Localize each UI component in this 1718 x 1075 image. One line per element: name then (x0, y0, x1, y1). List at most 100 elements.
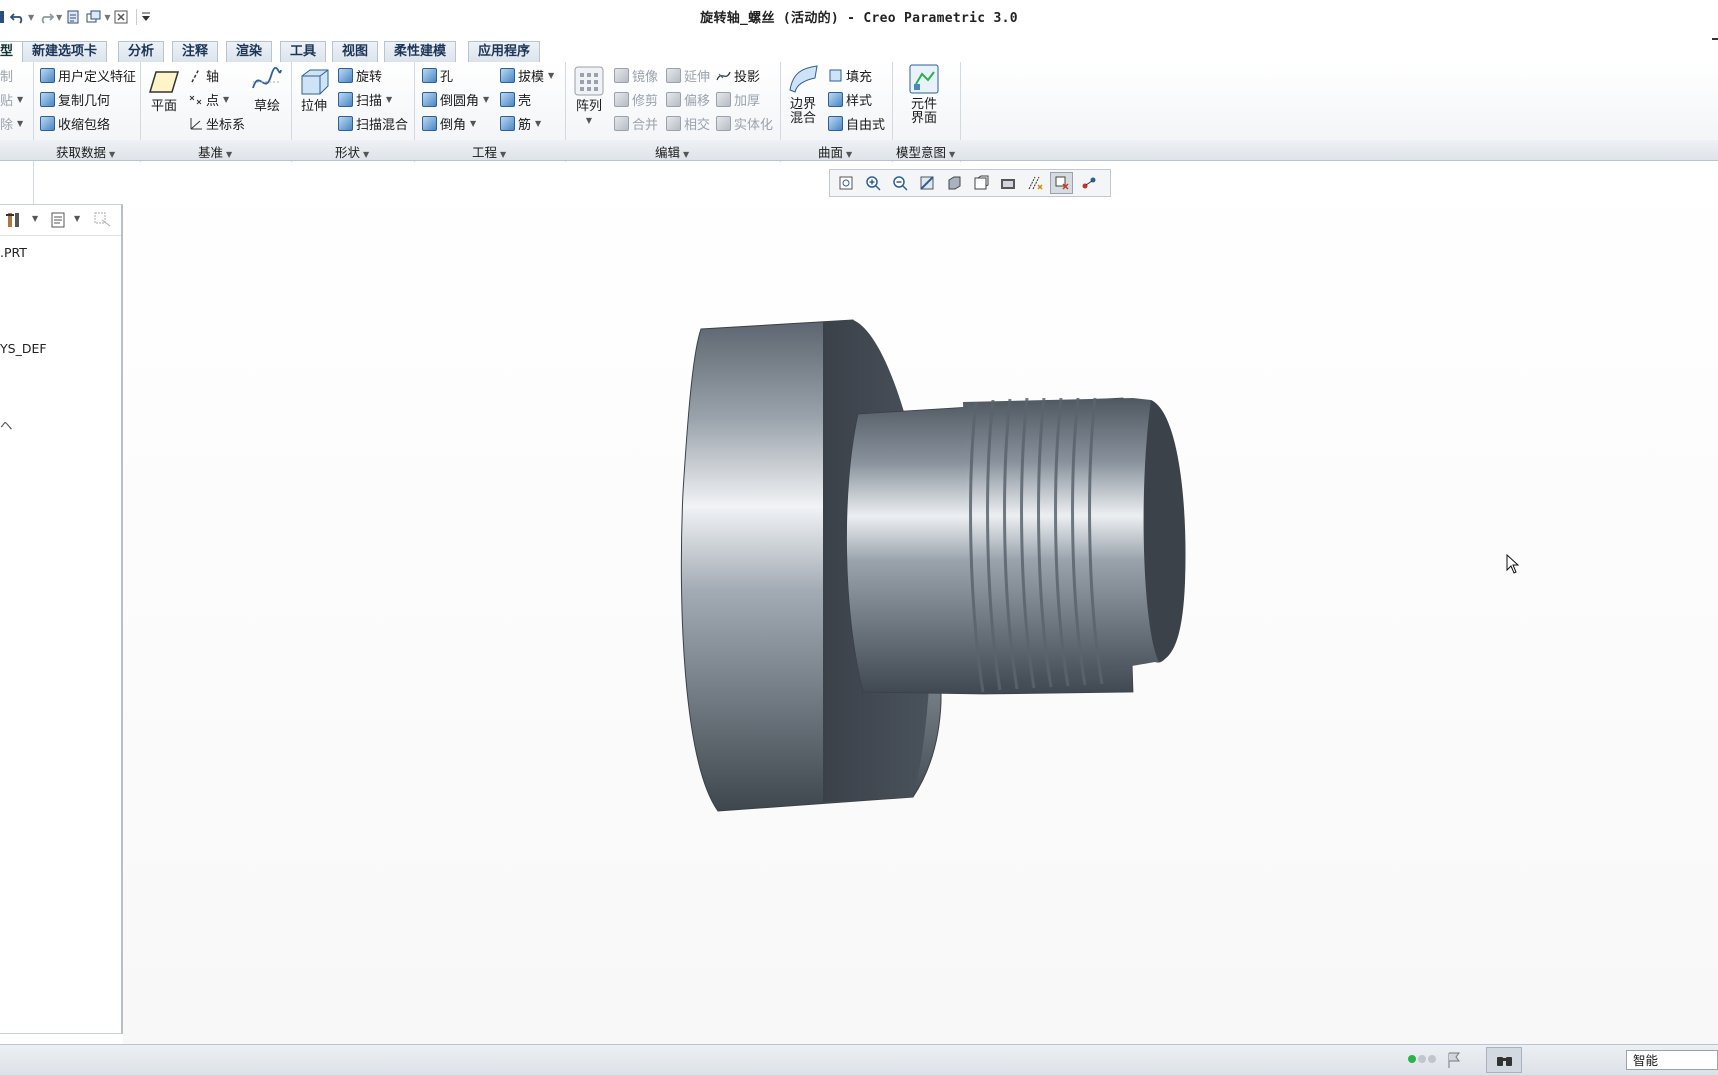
plane-button[interactable]: 平面 (146, 66, 182, 114)
freestyle-button[interactable]: 自由式 (828, 113, 885, 133)
extend-button[interactable]: 延伸 (666, 65, 710, 85)
project-icon (716, 68, 731, 83)
fill-button[interactable]: 填充 (828, 65, 872, 85)
rib-icon (500, 115, 515, 131)
mirror-icon (614, 67, 629, 83)
zoom-out-icon[interactable] (888, 172, 911, 194)
axis-button[interactable]: 轴 (188, 65, 219, 85)
point-button[interactable]: 点 ▼ (188, 89, 229, 109)
repaint-icon[interactable] (915, 172, 938, 194)
tab-annotate[interactable]: 注释 (172, 41, 219, 62)
datum-display-icon[interactable] (1023, 172, 1046, 194)
group-shape[interactable]: 形状 ▼ (335, 142, 369, 161)
csys-button[interactable]: 坐标系 (188, 113, 245, 133)
boundary-blend-label-1: 边界 (789, 97, 816, 112)
sketch-button[interactable]: 草绘 (252, 66, 282, 114)
paste-button[interactable]: 贴 ▼ (0, 89, 23, 109)
ribbon-tab-bar: 型 新建选项卡 分析 注释 渲染 工具 视图 柔性建模 应用程序 (0, 40, 1718, 64)
hole-label: 孔 (440, 69, 454, 85)
zoom-in-icon[interactable] (861, 172, 884, 194)
tree-item-insert[interactable]: ヘ (0, 415, 13, 434)
project-button[interactable]: 投影 (716, 65, 760, 85)
round-button[interactable]: 倒圆角 ▼ (422, 89, 489, 109)
flag-icon[interactable] (1446, 1051, 1462, 1069)
annotation-display-icon[interactable] (1077, 172, 1100, 194)
chamfer-label: 倒角 (440, 117, 467, 133)
swept-blend-label: 扫描混合 (356, 117, 409, 133)
shrinkwrap-button[interactable]: 收缩包络 (40, 113, 110, 133)
component-interface-button[interactable]: 元件 界面 (906, 64, 942, 126)
tree-filter-icon[interactable] (94, 212, 114, 228)
solidify-button[interactable]: 实体化 (716, 113, 773, 133)
merge-button[interactable]: 合并 (614, 113, 658, 133)
view-manager-icon[interactable] (996, 172, 1019, 194)
group-engineering[interactable]: 工程 ▼ (472, 142, 506, 161)
window-title: 旋转轴_螺丝 (活动的) - Creo Parametric 3.0 (700, 11, 1018, 26)
model-tree: ▼ ▼ .PRT YS_DEF ヘ (0, 204, 123, 1034)
tree-item-part[interactable]: .PRT (0, 245, 27, 260)
tab-model[interactable]: 型 (0, 41, 24, 64)
swept-blend-button[interactable]: 扫描混合 (338, 113, 408, 133)
offset-button[interactable]: 偏移 (666, 89, 710, 109)
group-datum[interactable]: 基准 ▼ (198, 142, 232, 161)
sweep-button[interactable]: 扫描 ▼ (338, 89, 392, 109)
offset-label: 偏移 (684, 93, 711, 109)
draft-button[interactable]: 拔模 ▼ (500, 65, 554, 85)
refit-icon[interactable] (834, 172, 857, 194)
chamfer-icon (422, 115, 437, 131)
tab-analysis[interactable]: 分析 (118, 41, 165, 62)
find-button[interactable] (1486, 1047, 1522, 1073)
threaded-shaft-model[interactable] (123, 162, 1718, 1044)
sweep-icon (338, 91, 353, 107)
chamfer-button[interactable]: 倒角 ▼ (422, 113, 476, 133)
saved-orientations-icon[interactable] (969, 172, 992, 194)
style-button[interactable]: 样式 (828, 89, 872, 109)
thicken-button[interactable]: 加厚 (716, 89, 760, 109)
revolve-button[interactable]: 旋转 (338, 65, 382, 85)
graphics-area[interactable] (123, 162, 1718, 1044)
group-get-data[interactable]: 获取数据 ▼ (56, 142, 115, 161)
selection-filter-select[interactable]: 智能 (1626, 1050, 1718, 1070)
tab-new[interactable]: 新建选项卡 (22, 41, 108, 62)
spin-center-icon[interactable] (1050, 172, 1073, 194)
tree-show-icon[interactable] (50, 212, 66, 228)
group-editing[interactable]: 编辑 ▼ (655, 142, 689, 161)
trim-label: 修剪 (632, 93, 659, 109)
tree-settings-dropdown-icon[interactable]: ▼ (32, 214, 38, 223)
freestyle-icon (828, 115, 843, 131)
trim-button[interactable]: 修剪 (614, 89, 658, 109)
copy-label: 制 (0, 69, 14, 85)
tab-view[interactable]: 视图 (332, 41, 379, 62)
udf-button[interactable]: 用户定义特征 (40, 65, 136, 85)
status-light-green (1408, 1055, 1416, 1063)
display-style-icon[interactable] (942, 172, 965, 194)
tab-render[interactable]: 渲染 (226, 41, 273, 62)
extend-icon (666, 67, 681, 83)
delete-button[interactable]: 除 ▼ (0, 113, 23, 133)
group-editing-label: 编辑 (655, 145, 681, 160)
mirror-button[interactable]: 镜像 (614, 65, 658, 85)
boundary-blend-button[interactable]: 边界 混合 (786, 64, 820, 126)
rib-button[interactable]: 筋 ▼ (500, 113, 541, 133)
extrude-button[interactable]: 拉伸 (298, 66, 330, 114)
copy-geometry-button[interactable]: 复制几何 (40, 89, 110, 109)
group-surfaces[interactable]: 曲面 ▼ (818, 142, 852, 161)
tab-flexible-modeling[interactable]: 柔性建模 (384, 41, 457, 62)
tree-item-csys[interactable]: YS_DEF (0, 341, 47, 356)
group-model-intent[interactable]: 模型意图 ▼ (896, 142, 955, 161)
extend-label: 延伸 (684, 69, 711, 85)
copy-button[interactable]: 制 (0, 65, 13, 85)
extrude-icon (301, 69, 329, 95)
intersect-button[interactable]: 相交 (666, 113, 710, 133)
shaft-end-face (1143, 400, 1186, 662)
udf-icon (40, 67, 55, 83)
tree-show-dropdown-icon[interactable]: ▼ (74, 214, 80, 223)
shell-icon (500, 91, 515, 107)
tab-tools[interactable]: 工具 (280, 41, 327, 62)
hole-button[interactable]: 孔 (422, 65, 453, 85)
pattern-button[interactable]: 阵列 ▼ (572, 66, 606, 128)
tab-applications[interactable]: 应用程序 (468, 41, 541, 62)
title-bar: ▼ ▼ ▼ 旋转轴_螺丝 (活动的) - Creo Parametric 3.0 (0, 0, 1718, 40)
tree-settings-icon[interactable] (6, 211, 26, 229)
shell-button[interactable]: 壳 (500, 89, 531, 109)
